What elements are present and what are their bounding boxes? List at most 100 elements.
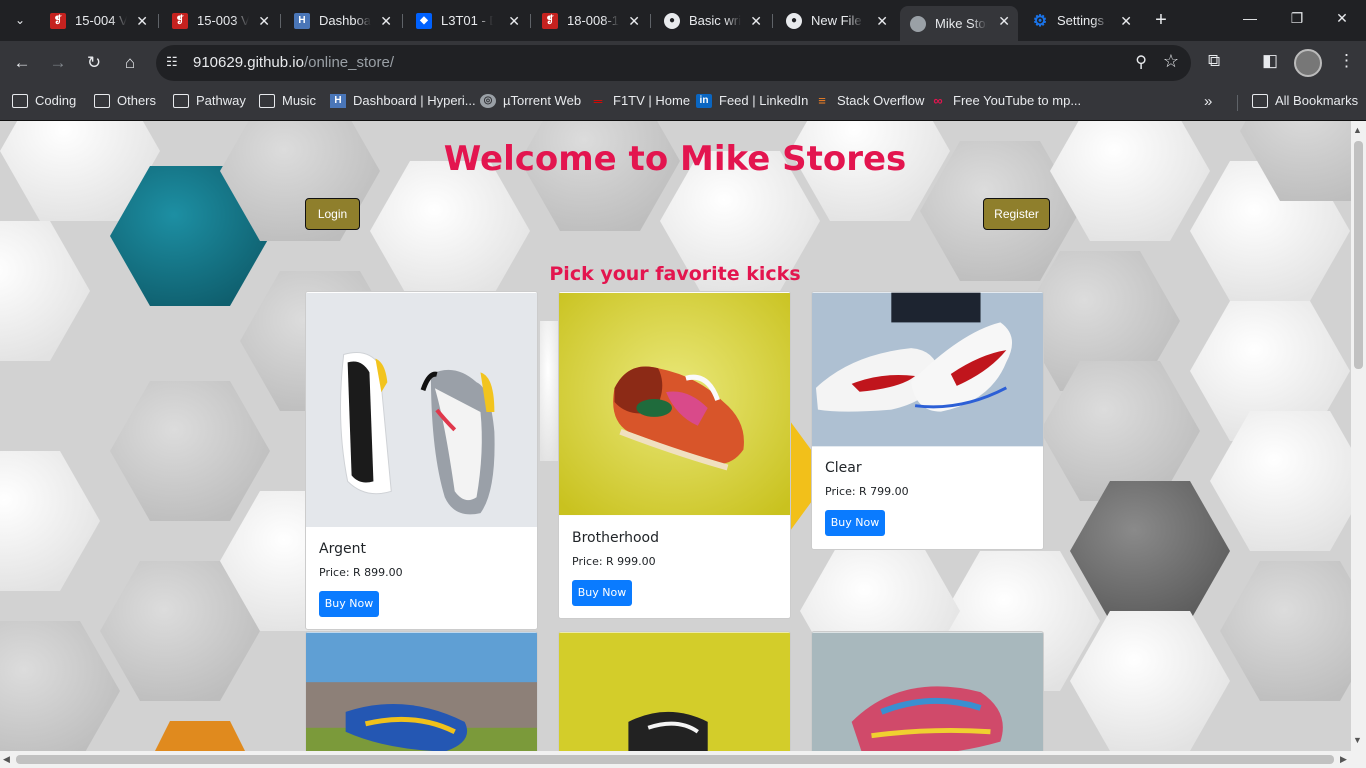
- close-window-button[interactable]: ✕: [1327, 10, 1357, 27]
- close-icon[interactable]: ✕: [136, 13, 148, 30]
- tab-title: 15-004 Ve: [75, 13, 127, 28]
- link-icon: ∞: [933, 93, 943, 108]
- all-bookmarks[interactable]: All Bookmarks: [1252, 93, 1358, 108]
- tab-separator: [402, 14, 403, 28]
- site-info-icon[interactable]: ☷: [166, 54, 178, 70]
- scroll-left-icon[interactable]: ◀: [3, 754, 10, 765]
- close-icon[interactable]: ✕: [750, 13, 762, 30]
- folder-icon: [94, 93, 110, 108]
- pdf-icon: ❡: [50, 12, 66, 29]
- side-panel-icon[interactable]: ◧: [1262, 51, 1278, 71]
- bookmark-music[interactable]: Music: [259, 93, 316, 108]
- tab-separator: [530, 14, 531, 28]
- bookmark-others[interactable]: Others: [94, 93, 156, 108]
- tab-separator: [772, 14, 773, 28]
- tab-0[interactable]: ❡ 15-004 Ve ✕: [40, 6, 156, 35]
- tab-title: Mike Stor: [935, 16, 987, 31]
- bookmark-coding[interactable]: Coding: [12, 93, 76, 108]
- globe-icon: [910, 15, 926, 32]
- tab-title: 15-003 Ve: [197, 13, 249, 28]
- bookmark-label: F1TV | Home: [613, 93, 691, 108]
- tab-4[interactable]: ❡ 18-008-1 ✕: [532, 6, 648, 35]
- hyperion-icon: H: [294, 12, 310, 29]
- product-name: Argent: [319, 541, 366, 557]
- scroll-up-icon[interactable]: ▲: [1353, 125, 1362, 135]
- restore-button[interactable]: ❐: [1282, 10, 1312, 27]
- buy-now-button[interactable]: Buy Now: [319, 591, 379, 617]
- linkedin-icon: in: [696, 93, 712, 108]
- tab-5[interactable]: ● Basic writ ✕: [654, 6, 770, 35]
- bookmark-star-icon[interactable]: ☆: [1163, 51, 1179, 72]
- bookmark-dashboard[interactable]: H Dashboard | Hyperi...: [330, 93, 476, 108]
- product-image-brotherhood: [559, 292, 790, 516]
- home-button[interactable]: ⌂: [118, 51, 142, 75]
- tab-title: 18-008-1: [567, 13, 619, 28]
- tab-title: Settings -: [1057, 13, 1109, 28]
- bookmark-label: Music: [282, 93, 316, 108]
- hyperion-icon: H: [330, 93, 346, 108]
- bookmark-label: Stack Overflow: [837, 93, 925, 108]
- product-name: Clear: [825, 460, 862, 476]
- product-price: Price: R 899.00: [319, 566, 403, 579]
- tab-6[interactable]: ● New File ✕: [776, 6, 896, 35]
- tab-8[interactable]: ⚙ Settings - ✕: [1022, 6, 1140, 35]
- menu-icon[interactable]: ⋮: [1338, 51, 1355, 71]
- close-icon[interactable]: ✕: [380, 13, 392, 30]
- close-icon[interactable]: ✕: [998, 13, 1010, 30]
- bookmark-pathway[interactable]: Pathway: [173, 93, 246, 108]
- profile-avatar[interactable]: [1294, 49, 1322, 77]
- close-icon[interactable]: ✕: [628, 13, 640, 30]
- folder-icon: [259, 93, 275, 108]
- buy-now-button[interactable]: Buy Now: [825, 510, 885, 536]
- address-bar[interactable]: ☷ 910629.github.io/online_store/ ⚲ ☆: [156, 45, 1191, 81]
- bookmark-label: Coding: [35, 93, 77, 108]
- bookmark-label: Feed | LinkedIn: [719, 93, 809, 108]
- extensions-icon[interactable]: ⧉: [1208, 51, 1220, 71]
- more-bookmarks-icon[interactable]: »: [1204, 93, 1212, 110]
- bookmark-stackoverflow[interactable]: ≡ Stack Overflow: [814, 93, 924, 108]
- register-button[interactable]: Register: [983, 198, 1050, 230]
- forward-button[interactable]: →: [46, 51, 70, 75]
- url-text[interactable]: 910629.github.io/online_store/: [193, 54, 394, 71]
- dropbox-icon: ◆: [416, 12, 432, 29]
- pdf-icon: ❡: [172, 12, 188, 29]
- vertical-scrollbar[interactable]: ▲ ▼: [1351, 121, 1366, 751]
- url-host: 910629.github.io: [193, 54, 304, 71]
- back-button[interactable]: ←: [10, 51, 34, 75]
- zoom-icon[interactable]: ⚲: [1135, 52, 1147, 72]
- bookmark-f1tv[interactable]: ═ F1TV | Home: [590, 93, 690, 108]
- vertical-scroll-thumb[interactable]: [1354, 141, 1363, 369]
- tab-3[interactable]: ◆ L3T01 - D ✕: [406, 6, 528, 35]
- tab-title: Dashboar: [319, 13, 371, 28]
- scroll-right-icon[interactable]: ▶: [1340, 754, 1347, 765]
- buy-now-button[interactable]: Buy Now: [572, 580, 632, 606]
- close-icon[interactable]: ✕: [876, 13, 888, 30]
- new-tab-button[interactable]: +: [1150, 9, 1172, 32]
- horizontal-scroll-thumb[interactable]: [16, 755, 1334, 764]
- scroll-down-icon[interactable]: ▼: [1353, 735, 1362, 745]
- bookmark-youtube-mp3[interactable]: ∞ Free YouTube to mp...: [930, 93, 1081, 108]
- product-price: Price: R 999.00: [572, 555, 656, 568]
- tab-1[interactable]: ❡ 15-003 Ve ✕: [162, 6, 278, 35]
- close-icon[interactable]: ✕: [1120, 13, 1132, 30]
- tab-title: Basic writ: [689, 13, 741, 28]
- bookmark-linkedin[interactable]: in Feed | LinkedIn: [696, 93, 808, 108]
- product-card-clear: Clear Price: R 799.00 Buy Now: [811, 291, 1044, 550]
- tab-search-icon[interactable]: ⌄: [6, 8, 34, 32]
- bookmarks-bar: Coding Others Pathway Music H Dashboard |…: [0, 85, 1366, 121]
- close-icon[interactable]: ✕: [258, 13, 270, 30]
- horizontal-scrollbar[interactable]: ◀ ▶: [0, 751, 1366, 768]
- product-image-row2-2: [559, 632, 790, 751]
- page-subtitle: Pick your favorite kicks: [549, 263, 801, 285]
- toolbar: ← → ↻ ⌂ ☷ 910629.github.io/online_store/…: [0, 41, 1366, 85]
- url-path: /online_store/: [303, 54, 394, 71]
- login-button[interactable]: Login: [305, 198, 360, 230]
- minimize-button[interactable]: —: [1235, 10, 1265, 26]
- close-icon[interactable]: ✕: [508, 13, 520, 30]
- tab-2[interactable]: H Dashboar ✕: [284, 6, 400, 35]
- tab-7-active[interactable]: Mike Stor ✕: [900, 6, 1018, 41]
- reload-button[interactable]: ↻: [82, 51, 106, 75]
- product-image-row2-1: [306, 632, 537, 751]
- f1-icon: ═: [593, 93, 603, 108]
- bookmark-utorrent[interactable]: ◎ µTorrent Web: [480, 93, 581, 108]
